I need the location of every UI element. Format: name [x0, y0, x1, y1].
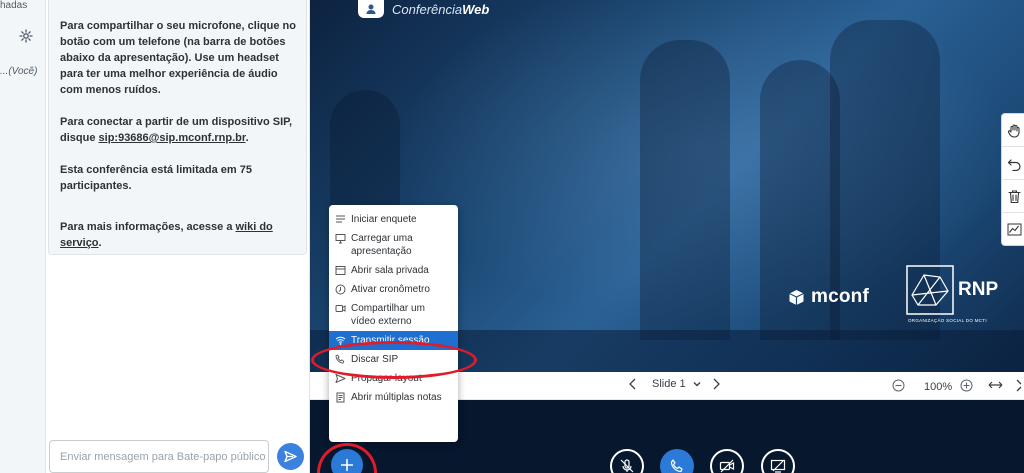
menu-item-push-layout[interactable]: Propagar layout: [329, 369, 458, 388]
multi-user-icon: [1007, 223, 1022, 235]
actions-menu: Iniciar enquete Carregar uma apresentaçã…: [329, 205, 458, 442]
rnp-emblem-icon: [906, 265, 954, 315]
tool-undo[interactable]: [1002, 147, 1024, 180]
menu-item-broadcast-session[interactable]: Transmitir sessão: [329, 331, 458, 350]
screen-share-off-icon: [770, 459, 786, 473]
external-video-icon: [335, 305, 346, 312]
chat-panel: Para compartilhar o seu microfone, cliqu…: [46, 0, 310, 473]
menu-item-multiple-notes[interactable]: Abrir múltiplas notas: [329, 388, 458, 407]
zoom-level[interactable]: 100%: [924, 381, 952, 393]
zoom-in-icon: [960, 379, 973, 392]
background-figure: [640, 40, 730, 340]
menu-item-start-poll[interactable]: Iniciar enquete: [329, 210, 458, 229]
fit-width-icon: [988, 381, 1003, 389]
welcome-mic-paragraph: Para compartilhar o seu microfone, cliqu…: [60, 20, 296, 96]
broadcast-icon: [335, 336, 346, 345]
poll-icon: [336, 215, 345, 223]
whiteboard-toolbar: [1001, 113, 1024, 246]
breakout-room-icon: [335, 266, 346, 275]
menu-item-external-video[interactable]: Compartilhar um vídeo externo: [329, 299, 458, 331]
camera-off-icon: [719, 459, 735, 473]
mic-muted-icon: [620, 459, 634, 473]
menu-item-breakout-room[interactable]: Abrir sala privada: [329, 261, 458, 280]
timer-icon: [335, 284, 346, 295]
user-list-label: hadas: [0, 0, 28, 11]
next-slide-button[interactable]: [712, 378, 721, 390]
conferenciaweb-logo: ConferênciaWeb: [358, 0, 489, 18]
welcome-message: Para compartilhar o seu microfone, cliqu…: [48, 0, 307, 255]
chevron-down-icon: [693, 382, 701, 387]
tool-pan[interactable]: [1002, 114, 1024, 147]
welcome-limit-paragraph: Esta conferência está limitada em 75 par…: [60, 164, 252, 192]
zoom-out-icon: [892, 379, 905, 392]
tool-multi-user[interactable]: [1002, 213, 1024, 245]
trash-icon: [1008, 189, 1021, 203]
actions-plus-button[interactable]: [331, 449, 363, 473]
send-message-button[interactable]: [277, 443, 304, 470]
mconf-cube-icon: [789, 289, 804, 305]
menu-item-upload-presentation[interactable]: Carregar uma apresentação: [329, 229, 458, 261]
upload-presentation-icon: [335, 234, 346, 244]
undo-icon: [1007, 158, 1021, 171]
user-badge-icon: [366, 4, 376, 14]
send-layout-icon: [335, 374, 346, 383]
mconf-logo: mconf: [788, 286, 869, 308]
welcome-info-paragraph: Para mais informações, acesse a wiki do …: [60, 221, 273, 249]
menu-item-dial-sip[interactable]: Discar SIP: [329, 350, 458, 369]
chevron-left-icon: [629, 378, 636, 390]
fit-width-button[interactable]: [988, 380, 1003, 390]
welcome-sip-paragraph: Para conectar a partir de um dispositivo…: [60, 116, 293, 144]
chevron-right-icon: [713, 378, 720, 390]
tool-clear[interactable]: [1002, 180, 1024, 213]
sip-link[interactable]: sip:93686@sip.mconf.rnp.br: [99, 132, 246, 144]
rnp-logo: RNP ORGANIZAÇÃO SOCIAL DO MCTI: [906, 265, 1002, 327]
chat-message-input[interactable]: Enviar mensagem para Bate-papo público: [49, 440, 269, 473]
zoom-out-button[interactable]: [892, 379, 905, 392]
menu-item-timer[interactable]: Ativar cronômetro: [329, 280, 458, 299]
gear-icon[interactable]: [19, 29, 33, 43]
previous-slide-button[interactable]: [628, 378, 637, 390]
plus-icon: [341, 459, 353, 471]
fullscreen-icon: [1016, 379, 1022, 392]
current-user-label[interactable]: ...(Você): [0, 66, 37, 77]
hand-icon: [1007, 123, 1020, 138]
notes-icon: [336, 392, 345, 403]
fullscreen-button[interactable]: [1016, 379, 1024, 392]
zoom-in-button[interactable]: [960, 379, 973, 392]
phone-icon: [335, 354, 345, 364]
send-icon: [284, 450, 297, 463]
phone-icon: [670, 459, 683, 473]
user-list-panel: hadas ...(Você): [0, 0, 46, 473]
slide-select[interactable]: Slide 1: [652, 378, 702, 390]
